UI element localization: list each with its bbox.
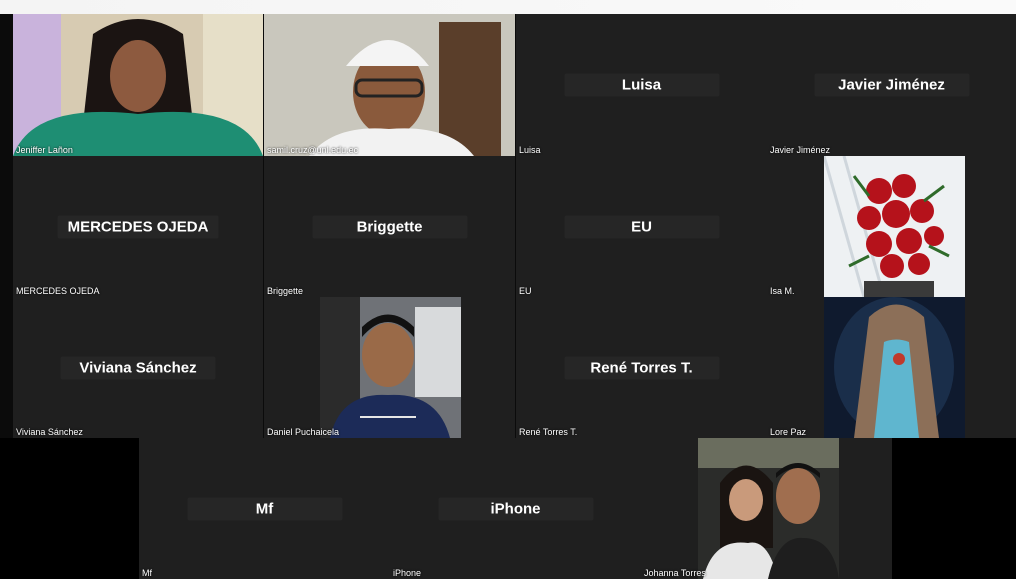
empty-slot-left xyxy=(0,438,139,579)
participant-name: Jeniffer Lañon xyxy=(16,145,73,155)
participant-tile-samil[interactable]: samil.cruz@unl.edu.ec xyxy=(264,14,515,156)
participant-name: Johanna Torres xyxy=(644,568,706,578)
participant-display-name: EU xyxy=(564,215,719,238)
participant-display-name: iPhone xyxy=(438,497,593,520)
participant-display-name: René Torres T. xyxy=(564,356,719,379)
participant-tile-daniel[interactable]: Daniel Puchaicela xyxy=(264,297,515,438)
participant-name: iPhone xyxy=(393,568,422,578)
participant-name: Mf xyxy=(142,568,152,578)
participant-display-name: MERCEDES OJEDA xyxy=(57,215,219,238)
participant-name: Viviana Sánchez xyxy=(16,427,83,437)
person-video-icon xyxy=(13,14,263,156)
participant-name: samil.cruz@unl.edu.ec xyxy=(267,145,359,155)
participant-display-name: Briggette xyxy=(312,215,467,238)
video-grid: Jeniffer Lañon samil.cruz@unl.edu.ec Lui… xyxy=(0,0,1016,579)
participant-tile-rene[interactable]: René Torres T. René Torres T. xyxy=(516,297,767,438)
person-video-icon xyxy=(320,297,461,438)
participant-display-name: Viviana Sánchez xyxy=(60,356,216,379)
participant-name: Daniel Puchaicela xyxy=(267,427,340,437)
participant-tile-lore[interactable]: Lore Paz xyxy=(767,297,1016,438)
person-video-icon xyxy=(264,14,515,156)
participant-tile-viviana[interactable]: Viviana Sánchez Viviana Sánchez xyxy=(13,297,263,438)
participant-tile-mf[interactable]: Mf Mf xyxy=(139,438,390,579)
participant-name: Luisa xyxy=(519,145,541,155)
participant-name: Isa M. xyxy=(770,286,795,296)
empty-slot-right xyxy=(892,438,1016,579)
participant-display-name: Mf xyxy=(187,497,342,520)
participant-name: EU xyxy=(519,286,532,296)
couple-photo-icon xyxy=(698,438,839,579)
top-strip xyxy=(0,0,1016,14)
participant-tile-javier[interactable]: Javier Jiménez Javier Jiménez xyxy=(767,14,1016,156)
participant-tile-mercedes[interactable]: MERCEDES OJEDA MERCEDES OJEDA xyxy=(13,156,263,297)
participant-display-name: Javier Jiménez xyxy=(814,73,969,97)
participant-name: René Torres T. xyxy=(519,427,578,437)
participant-tile-luisa[interactable]: Luisa Luisa xyxy=(516,14,767,156)
participant-tile-jeniffer[interactable]: Jeniffer Lañon xyxy=(13,14,263,156)
participant-name: Lore Paz xyxy=(770,427,807,437)
participant-name: MERCEDES OJEDA xyxy=(16,286,100,296)
participant-name: Briggette xyxy=(267,286,304,296)
roses-photo-icon xyxy=(824,156,965,297)
virgin-statue-photo-icon xyxy=(824,297,965,438)
participant-tile-johanna[interactable]: Johanna Torres xyxy=(641,438,892,579)
participant-display-name: Luisa xyxy=(564,73,719,97)
participant-tile-isa[interactable]: Isa M. xyxy=(767,156,1016,297)
participant-name: Javier Jiménez xyxy=(770,145,831,155)
participant-tile-eu[interactable]: EU EU xyxy=(516,156,767,297)
participant-tile-iphone[interactable]: iPhone iPhone xyxy=(390,438,641,579)
participant-tile-briggette[interactable]: Briggette Briggette xyxy=(264,156,515,297)
